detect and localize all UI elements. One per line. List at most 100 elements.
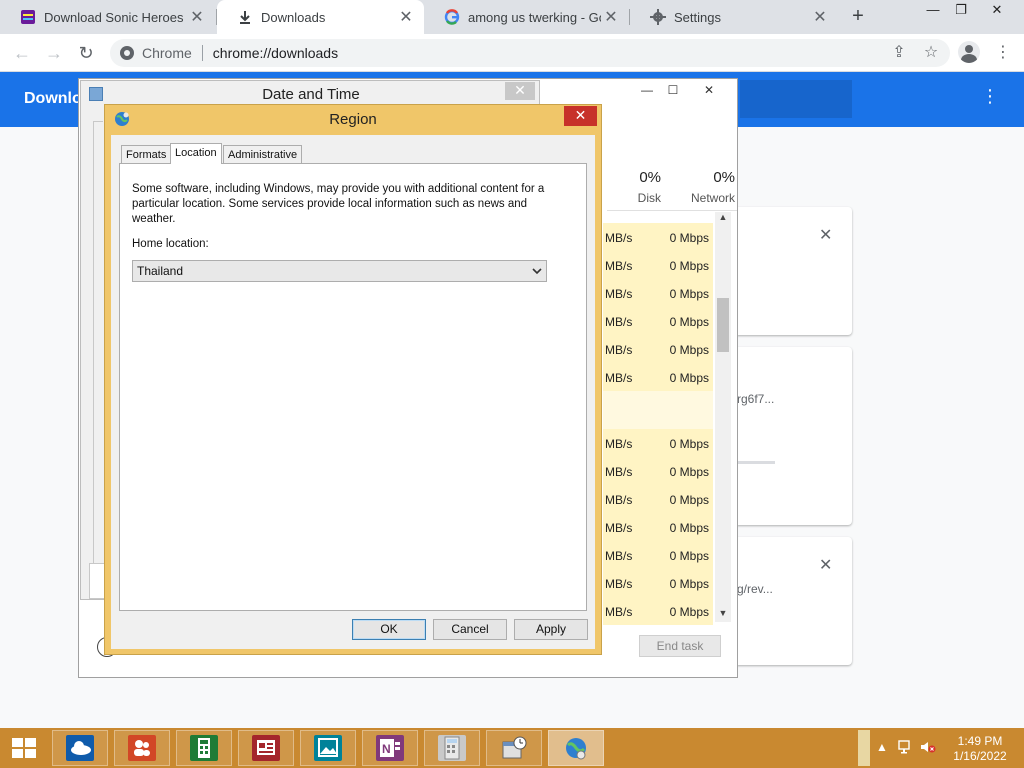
- window-close-button[interactable]: ✕: [980, 0, 1014, 22]
- windows-logo-icon: [12, 749, 23, 758]
- tray-scrollbar[interactable]: [858, 730, 870, 766]
- back-button[interactable]: ←: [10, 41, 34, 65]
- table-row[interactable]: MB/s 0 Mbps: [603, 597, 713, 625]
- ok-button[interactable]: OK: [352, 619, 426, 640]
- restore-button[interactable]: ❐: [944, 0, 978, 22]
- network-cell: 0 Mbps: [669, 371, 709, 385]
- scroll-up-icon[interactable]: ▲: [715, 212, 731, 222]
- location-panel: Some software, including Windows, may pr…: [119, 163, 587, 611]
- volume-muted-icon[interactable]: [920, 740, 936, 757]
- tab-sonic-heroes[interactable]: Download Sonic Heroes (W ✕: [0, 0, 215, 34]
- reload-button[interactable]: ↻: [74, 41, 98, 65]
- download-card: ✕ g/rev...: [737, 537, 852, 665]
- remove-download-icon[interactable]: ✕: [819, 225, 832, 245]
- taskbar-onedrive[interactable]: [52, 730, 108, 766]
- location-description: Some software, including Windows, may pr…: [132, 183, 545, 225]
- site-favicon-icon: [20, 9, 36, 25]
- tab-title: Settings: [674, 9, 721, 25]
- tab-close-icon[interactable]: ✕: [187, 7, 207, 27]
- news-icon: [252, 735, 280, 761]
- download-url[interactable]: rg6f7...: [737, 392, 774, 406]
- table-row[interactable]: MB/s 0 Mbps: [603, 279, 713, 307]
- taskbar-date-time[interactable]: [486, 730, 542, 766]
- apply-button[interactable]: Apply: [514, 619, 588, 640]
- region-dialog: Region ✕ Formats Location Administrative…: [104, 104, 602, 655]
- disk-cell: MB/s: [605, 577, 633, 591]
- disk-cell: MB/s: [605, 521, 633, 535]
- column-headers: 0% Disk 0% Network: [607, 169, 737, 211]
- forward-button[interactable]: →: [42, 41, 66, 65]
- table-row[interactable]: MB/s 0 Mbps: [603, 569, 713, 597]
- tab-close-icon[interactable]: ✕: [601, 7, 621, 27]
- table-row[interactable]: MB/s 0 Mbps: [603, 457, 713, 485]
- gear-icon: [650, 9, 666, 25]
- network-cell: 0 Mbps: [669, 465, 709, 479]
- table-row[interactable]: [603, 391, 713, 429]
- taskbar-calculator-green[interactable]: [176, 730, 232, 766]
- taskbar-onenote[interactable]: N: [362, 730, 418, 766]
- close-button[interactable]: ✕: [505, 82, 535, 100]
- scrollbar-thumb[interactable]: [717, 298, 729, 352]
- tab-formats[interactable]: Formats: [121, 145, 172, 164]
- table-row[interactable]: MB/s 0 Mbps: [603, 251, 713, 279]
- table-row[interactable]: MB/s 0 Mbps: [603, 513, 713, 541]
- table-row[interactable]: MB/s 0 Mbps: [603, 223, 713, 251]
- table-row[interactable]: MB/s 0 Mbps: [603, 363, 713, 391]
- new-tab-button[interactable]: +: [846, 4, 870, 28]
- people-icon: [128, 735, 156, 761]
- home-location-select[interactable]: Thailand: [132, 260, 547, 282]
- network-cell: 0 Mbps: [669, 549, 709, 563]
- table-row[interactable]: MB/s 0 Mbps: [603, 429, 713, 457]
- taskbar-region[interactable]: [548, 730, 604, 766]
- windows-taskbar: N ▲ 1:49 PM 1/16/2022: [0, 728, 1024, 768]
- region-content: Formats Location Administrative Some sof…: [111, 135, 595, 649]
- disk-cell: MB/s: [605, 493, 633, 507]
- home-location-value: Thailand: [137, 264, 184, 278]
- tab-close-icon[interactable]: ✕: [810, 7, 830, 27]
- tab-settings[interactable]: Settings ✕: [630, 0, 838, 34]
- scrollbar[interactable]: ▲ ▼: [715, 212, 731, 622]
- download-url[interactable]: g/rev...: [737, 582, 773, 596]
- system-clock[interactable]: 1:49 PM 1/16/2022: [944, 734, 1016, 764]
- disk-column-header[interactable]: Disk: [638, 191, 661, 205]
- start-button[interactable]: [12, 738, 38, 760]
- region-titlebar: Region ✕: [105, 105, 601, 133]
- tab-administrative[interactable]: Administrative: [223, 145, 303, 164]
- address-scheme: Chrome: [142, 45, 192, 61]
- bookmark-star-icon[interactable]: ☆: [920, 42, 942, 64]
- end-task-button[interactable]: End task: [639, 635, 721, 657]
- tab-downloads[interactable]: Downloads ✕: [217, 0, 424, 34]
- taskbar-calculator[interactable]: [424, 730, 480, 766]
- taskbar-photos[interactable]: [300, 730, 356, 766]
- table-row[interactable]: MB/s 0 Mbps: [603, 307, 713, 335]
- address-bar[interactable]: Chrome chrome://downloads: [110, 39, 950, 67]
- tab-location[interactable]: Location: [170, 143, 222, 164]
- network-icon[interactable]: [898, 740, 914, 757]
- remove-download-icon[interactable]: ✕: [819, 555, 832, 575]
- disk-cell: MB/s: [605, 343, 633, 357]
- scroll-down-icon[interactable]: ▼: [715, 608, 731, 618]
- profile-avatar[interactable]: [958, 41, 980, 63]
- window-title: Date and Time: [262, 86, 360, 103]
- downloads-search-area[interactable]: [740, 80, 852, 118]
- show-hidden-icons-button[interactable]: ▲: [876, 740, 888, 754]
- disk-cell: MB/s: [605, 231, 633, 245]
- downloads-menu-button[interactable]: ⋮: [980, 86, 1000, 107]
- close-button[interactable]: ✕: [564, 106, 597, 126]
- tab-close-icon[interactable]: ✕: [396, 7, 416, 27]
- table-row[interactable]: MB/s 0 Mbps: [603, 485, 713, 513]
- taskbar-news[interactable]: [238, 730, 294, 766]
- disk-cell: MB/s: [605, 287, 633, 301]
- maximize-button[interactable]: ☐: [660, 81, 686, 99]
- network-column-header[interactable]: Network: [691, 191, 735, 205]
- share-icon[interactable]: ⇪: [888, 42, 910, 64]
- close-button[interactable]: ✕: [696, 81, 722, 99]
- chrome-menu-button[interactable]: ⋮: [992, 42, 1014, 64]
- tab-among-us[interactable]: among us twerking - Goo ✕: [424, 0, 629, 34]
- minimize-button[interactable]: —: [634, 81, 660, 99]
- taskbar-people[interactable]: [114, 730, 170, 766]
- cancel-button[interactable]: Cancel: [433, 619, 507, 640]
- table-row[interactable]: MB/s 0 Mbps: [603, 335, 713, 363]
- table-row[interactable]: MB/s 0 Mbps: [603, 541, 713, 569]
- windows-logo-icon: [25, 738, 36, 747]
